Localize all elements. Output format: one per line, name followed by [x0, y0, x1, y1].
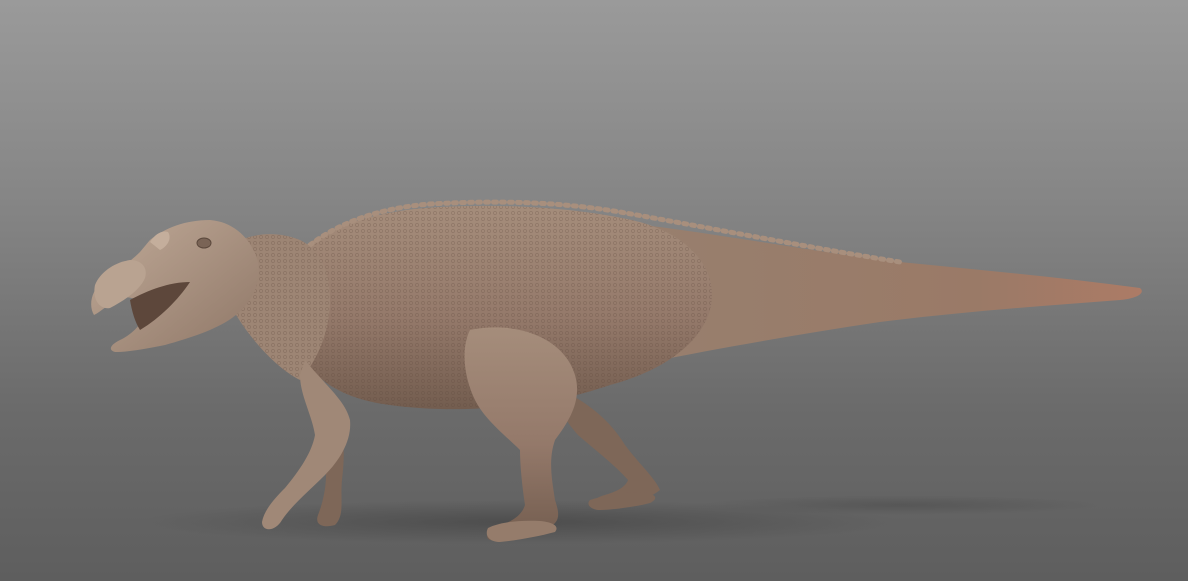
eye — [196, 237, 212, 249]
dinosaur-render-svg — [91, 199, 1142, 544]
render-viewport — [0, 0, 1188, 581]
tail-shadow — [700, 495, 1100, 515]
far-hind-leg — [558, 390, 660, 508]
